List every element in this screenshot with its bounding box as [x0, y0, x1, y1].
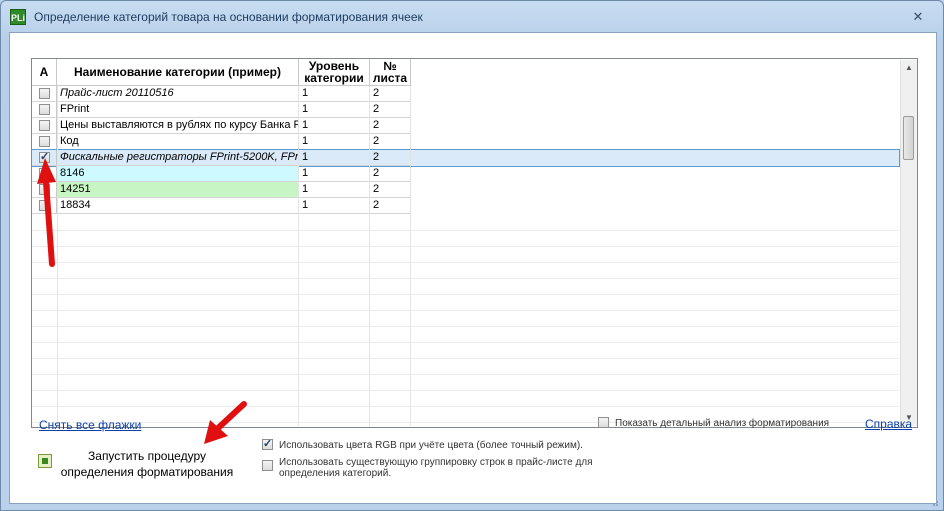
column-header-name[interactable]: Наименование категории (пример) — [57, 59, 299, 86]
row-check-cell — [32, 150, 57, 166]
show-analysis-label: Показать детальный анализ форматирования — [615, 418, 830, 429]
grid-line — [32, 342, 899, 343]
grid-line — [32, 406, 899, 407]
row-checkbox[interactable] — [39, 136, 50, 147]
grid-line — [32, 294, 899, 295]
category-name-cell[interactable]: FPrint — [57, 102, 299, 118]
grid-line — [369, 86, 370, 426]
table-row[interactable]: 8146 1 2 — [32, 166, 899, 182]
run-icon — [38, 454, 52, 468]
row-check-cell — [32, 86, 57, 102]
table-row[interactable]: Фискальные регистраторы FPrint-5200K, FP… — [32, 149, 900, 167]
show-analysis-checkbox[interactable] — [598, 417, 609, 428]
grid-line — [32, 278, 899, 279]
close-icon[interactable]: ✕ — [907, 7, 929, 27]
row-checkbox[interactable] — [39, 168, 50, 179]
help-link[interactable]: Справка — [865, 417, 912, 431]
row-check-cell — [32, 198, 57, 214]
run-procedure-button[interactable]: Запустить процедуру определения форматир… — [36, 448, 236, 484]
use-grouping-label: Использовать существующую группировку ст… — [279, 457, 593, 479]
table-row[interactable]: 14251 1 2 — [32, 182, 899, 198]
dialog-body: A Наименование категории (пример) Уровен… — [9, 32, 937, 504]
table-row[interactable]: FPrint 1 2 — [32, 102, 899, 118]
clear-flags-link[interactable]: Снять все флажки — [39, 418, 141, 432]
sheet-number-cell[interactable]: 2 — [370, 102, 411, 118]
sheet-number-cell[interactable]: 2 — [370, 118, 411, 134]
grid-line — [32, 326, 899, 327]
row-checkbox[interactable] — [39, 104, 50, 115]
category-name-cell[interactable]: Код — [57, 134, 299, 150]
row-checkbox[interactable] — [39, 88, 50, 99]
use-grouping-checkbox[interactable] — [262, 460, 273, 471]
grid-line — [32, 246, 899, 247]
grid-line — [410, 86, 411, 426]
category-name-cell[interactable]: Фискальные регистраторы FPrint-5200K, FP… — [57, 150, 299, 166]
category-level-cell[interactable]: 1 — [299, 134, 370, 150]
sheet-number-cell[interactable]: 2 — [370, 182, 411, 198]
category-level-cell[interactable]: 1 — [299, 118, 370, 134]
column-header-sheet[interactable]: № листа — [370, 59, 411, 86]
use-rgb-checkbox[interactable] — [262, 437, 273, 450]
title-bar[interactable]: PLi Определение категорий товара на осно… — [1, 1, 943, 31]
window-title: Определение категорий товара на основани… — [34, 10, 423, 24]
category-name-cell[interactable]: 8146 — [57, 166, 299, 182]
scroll-up-icon[interactable]: ▲ — [901, 60, 917, 76]
row-check-cell — [32, 134, 57, 150]
dialog-window: PLi Определение категорий товара на осно… — [0, 0, 944, 511]
category-name-cell[interactable]: 14251 — [57, 182, 299, 198]
category-level-cell[interactable]: 1 — [299, 86, 370, 102]
row-check-cell — [32, 118, 57, 134]
grid-line — [32, 374, 899, 375]
category-level-cell[interactable]: 1 — [299, 150, 370, 166]
grid-line — [57, 86, 58, 426]
resize-grip-icon[interactable] — [929, 497, 939, 507]
row-checkbox[interactable] — [39, 184, 50, 195]
category-name-cell[interactable]: Цены выставляются в рублях по курсу Банк… — [57, 118, 299, 134]
row-checkbox[interactable] — [39, 150, 50, 165]
row-check-cell — [32, 182, 57, 198]
grid-line — [32, 310, 899, 311]
sheet-number-cell[interactable]: 2 — [370, 86, 411, 102]
row-checkbox[interactable] — [39, 200, 50, 211]
scroll-thumb[interactable] — [903, 116, 914, 160]
category-level-cell[interactable]: 1 — [299, 198, 370, 214]
grid-line — [32, 262, 899, 263]
sheet-number-cell[interactable]: 2 — [370, 134, 411, 150]
use-rgb-label: Использовать цвета RGB при учёте цвета (… — [279, 440, 583, 451]
app-logo-icon: PLi — [10, 9, 26, 25]
grid-line — [32, 390, 899, 391]
row-check-cell — [32, 102, 57, 118]
table-row[interactable]: Код 1 2 — [32, 134, 899, 150]
category-name-cell[interactable]: 18834 — [57, 198, 299, 214]
category-level-cell[interactable]: 1 — [299, 166, 370, 182]
row-checkbox[interactable] — [39, 120, 50, 131]
table-row[interactable]: Цены выставляются в рублях по курсу Банк… — [32, 118, 899, 134]
grid-line — [298, 86, 299, 426]
row-check-cell — [32, 166, 57, 182]
run-procedure-label: Запустить процедуру определения форматир… — [60, 449, 234, 479]
grid-line — [32, 230, 899, 231]
category-level-cell[interactable]: 1 — [299, 182, 370, 198]
table-row[interactable]: Прайс-лист 20110516 1 2 — [32, 86, 899, 102]
category-level-cell[interactable]: 1 — [299, 102, 370, 118]
sheet-number-cell[interactable]: 2 — [370, 198, 411, 214]
column-header-a[interactable]: A — [32, 59, 57, 86]
sheet-number-cell[interactable]: 2 — [370, 150, 411, 166]
sheet-number-cell[interactable]: 2 — [370, 166, 411, 182]
vertical-scrollbar[interactable]: ▲ ▼ — [900, 60, 917, 426]
category-name-cell[interactable]: Прайс-лист 20110516 — [57, 86, 299, 102]
category-grid[interactable]: A Наименование категории (пример) Уровен… — [31, 58, 918, 428]
table-row[interactable]: 18834 1 2 — [32, 198, 899, 214]
column-header-level[interactable]: Уровень категории — [299, 59, 370, 86]
grid-line — [32, 358, 899, 359]
